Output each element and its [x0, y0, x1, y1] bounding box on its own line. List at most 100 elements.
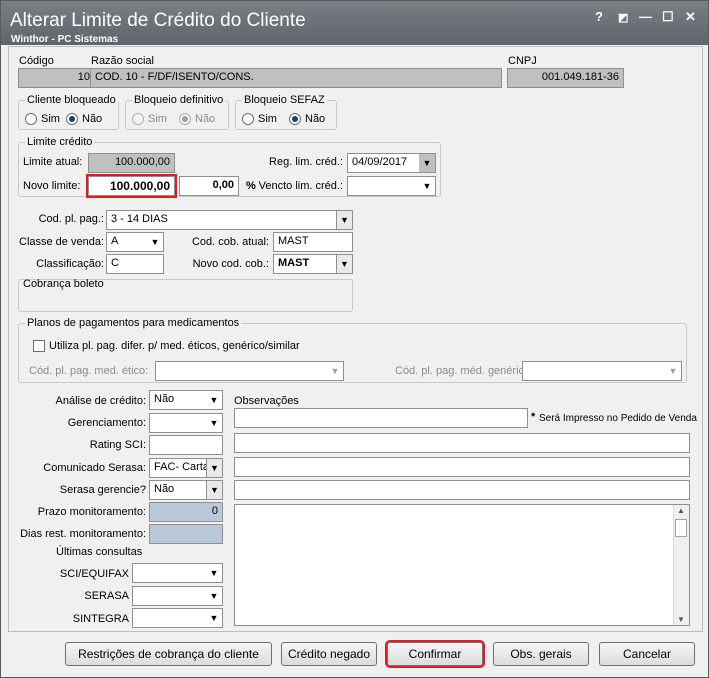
- dias-monitoramento-field: [149, 524, 223, 544]
- title-bar: Alterar Limite de Crédito do Cliente Win…: [1, 1, 708, 45]
- utiliza-pl-pag-checkbox[interactable]: [33, 340, 45, 352]
- classe-venda-label: Classe de venda:: [19, 236, 104, 248]
- observacao-line-3-input[interactable]: [234, 457, 690, 477]
- cod-pl-pag-label: Cod. pl. pag.:: [38, 213, 104, 225]
- observacoes-textarea[interactable]: ▲ ▼: [234, 504, 690, 626]
- cod-cob-atual-label: Cod. cob. atual:: [191, 236, 269, 248]
- planos-medicamentos-group: Planos de pagamentos para medicamentos U…: [18, 317, 687, 383]
- observacoes-scrollbar[interactable]: ▲ ▼: [673, 505, 689, 625]
- novo-cod-cob-select[interactable]: MAST ▼: [273, 254, 353, 274]
- bloqueio-sefaz-group: Bloqueio SEFAZ Sim Não: [235, 94, 337, 130]
- restricoes-cobranca-button[interactable]: Restrições de cobrança do cliente: [65, 642, 272, 666]
- observacoes-label: Observações: [234, 395, 299, 407]
- bloqueio-definitivo-sim-label: Sim: [148, 113, 167, 125]
- reg-lim-value: 04/09/2017: [352, 156, 408, 168]
- gerenciamento-select[interactable]: ▼: [149, 413, 223, 433]
- dialog-window: Alterar Limite de Crédito do Cliente Win…: [0, 0, 709, 678]
- sci-equifax-select[interactable]: ▼: [132, 563, 223, 583]
- classificacao-field: C: [106, 254, 164, 274]
- reg-lim-label: Reg. lim. créd.:: [269, 156, 343, 168]
- scroll-up-icon[interactable]: ▲: [677, 506, 685, 515]
- sintegra-select[interactable]: ▼: [132, 608, 223, 628]
- chevron-down-icon: ▼: [206, 481, 222, 499]
- serasa-gerencie-select[interactable]: Não ▼: [149, 480, 223, 500]
- novo-cod-cob-value: MAST: [278, 257, 310, 269]
- window-title: Alterar Limite de Crédito do Cliente: [10, 10, 306, 31]
- limite-atual-label: Limite atual:: [23, 156, 83, 168]
- cliente-bloqueado-group: Cliente bloqueado Sim Não: [18, 94, 119, 130]
- limite-credito-label: Limite crédito: [25, 136, 95, 148]
- cobranca-boleto-label: Cobrança boleto: [23, 278, 104, 290]
- comunicado-serasa-select[interactable]: FAC- Carta ▼: [149, 458, 223, 478]
- bloqueio-sefaz-nao-label: Não: [305, 113, 326, 125]
- percent-input[interactable]: 0,00: [179, 176, 239, 196]
- chevron-down-icon: ▼: [147, 233, 163, 251]
- utiliza-pl-pag-label: Utiliza pl. pag. difer. p/ med. éticos, …: [49, 340, 300, 352]
- chevron-down-icon: ▼: [206, 391, 222, 409]
- codigo-field: 10: [18, 68, 95, 88]
- obs-gerais-button[interactable]: Obs. gerais: [493, 642, 589, 666]
- analise-credito-select[interactable]: Não ▼: [149, 390, 223, 410]
- bloqueio-sefaz-label: Bloqueio SEFAZ: [242, 94, 327, 106]
- rating-sci-input[interactable]: [149, 435, 223, 455]
- novo-cod-cob-label: Novo cod. cob.:: [192, 258, 269, 270]
- observacao-line-2-input[interactable]: [234, 433, 690, 453]
- maximize-icon[interactable]: ☐: [662, 9, 674, 25]
- bloqueio-sefaz-sim-label: Sim: [258, 113, 277, 125]
- bloqueio-definitivo-nao-label: Não: [195, 113, 216, 125]
- classe-venda-value: A: [111, 235, 119, 247]
- bloqueio-sefaz-nao-radio[interactable]: [289, 113, 301, 125]
- planos-medicamentos-label: Planos de pagamentos para medicamentos: [25, 317, 242, 329]
- cod-pl-etico-label: Cód. pl. pag. med. ético:: [29, 365, 149, 377]
- cliente-bloqueado-sim-label: Sim: [41, 113, 60, 125]
- vencto-lim-select[interactable]: ▼: [347, 176, 436, 196]
- scroll-thumb[interactable]: [675, 519, 687, 537]
- chevron-down-icon: ▼: [327, 362, 343, 380]
- razao-field: COD. 10 - F/DF/ISENTO/CONS.: [90, 68, 502, 88]
- minimize-icon[interactable]: —: [639, 9, 652, 24]
- cnpj-label: CNPJ: [508, 55, 537, 67]
- help-icon[interactable]: ?: [595, 9, 603, 24]
- chevron-down-icon: ▼: [206, 414, 222, 432]
- close-icon[interactable]: ✕: [685, 9, 696, 25]
- comunicado-serasa-label: Comunicado Serasa:: [43, 462, 146, 474]
- dias-monitoramento-label: Dias rest. monitoramento:: [20, 528, 146, 540]
- serasa-gerencie-value: Não: [154, 483, 175, 495]
- observacao-line-1-input[interactable]: [234, 408, 528, 428]
- classe-venda-select[interactable]: A ▼: [106, 232, 164, 252]
- serasa-select[interactable]: ▼: [132, 586, 223, 606]
- window-subtitle: Winthor - PC Sistemas: [11, 34, 119, 45]
- cliente-bloqueado-nao-label: Não: [82, 113, 103, 125]
- razao-label: Razão social: [91, 55, 154, 67]
- cliente-bloqueado-nao-radio[interactable]: [66, 113, 78, 125]
- credito-negado-button[interactable]: Crédito negado: [281, 642, 377, 666]
- bloqueio-definitivo-nao-radio[interactable]: [179, 113, 191, 125]
- chevron-down-icon: ▼: [206, 609, 222, 627]
- impresso-note: Será Impresso no Pedido de Venda: [539, 413, 697, 424]
- dialog-body: Código 10 Razão social COD. 10 - F/DF/IS…: [8, 46, 703, 632]
- restore-icon[interactable]: ◩: [618, 11, 628, 24]
- novo-limite-input[interactable]: 100.000,00: [86, 174, 177, 198]
- observacao-line-4-input[interactable]: [234, 480, 690, 500]
- vencto-lim-label: Vencto lim. créd.:: [258, 180, 343, 192]
- cliente-bloqueado-sim-radio[interactable]: [25, 113, 37, 125]
- confirmar-button[interactable]: Confirmar: [385, 640, 485, 668]
- rating-sci-label: Rating SCI:: [89, 439, 146, 451]
- cod-cob-atual-field: MAST: [273, 232, 353, 252]
- bloqueio-definitivo-sim-radio[interactable]: [132, 113, 144, 125]
- limite-credito-group: Limite crédito Limite atual: 100.000,00 …: [18, 136, 441, 198]
- chevron-down-icon: ▼: [665, 362, 681, 380]
- cancelar-button[interactable]: Cancelar: [599, 642, 695, 666]
- cod-pl-etico-select[interactable]: ▼: [155, 361, 344, 381]
- chevron-down-icon: ▼: [419, 154, 435, 172]
- cod-pl-generico-select[interactable]: ▼: [522, 361, 682, 381]
- analise-credito-label: Análise de crédito:: [55, 395, 147, 407]
- scroll-down-icon[interactable]: ▼: [677, 615, 685, 624]
- cobranca-boleto-box: Cobrança boleto: [18, 278, 353, 312]
- cnpj-field: 001.049.181-36: [507, 68, 624, 88]
- bloqueio-sefaz-sim-radio[interactable]: [242, 113, 254, 125]
- cod-pl-pag-value: 3 - 14 DIAS: [111, 213, 168, 225]
- analise-credito-value: Não: [154, 393, 175, 405]
- cod-pl-pag-select[interactable]: 3 - 14 DIAS ▼: [106, 210, 353, 230]
- serasa-label: SERASA: [84, 590, 129, 602]
